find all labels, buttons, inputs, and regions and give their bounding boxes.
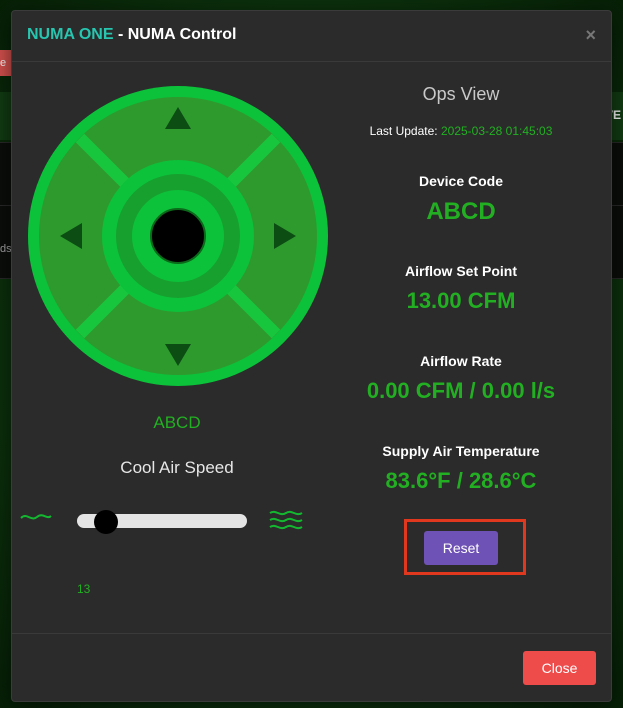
- low-speed-icon: [20, 514, 52, 520]
- last-update-label: Last Update:: [369, 124, 438, 138]
- ops-view-title: Ops View: [422, 84, 500, 104]
- reset-button[interactable]: Reset: [424, 531, 498, 565]
- airflow-setpoint-label: Airflow Set Point: [405, 263, 517, 279]
- background-tab-label: e: [0, 57, 7, 69]
- speed-slider-thumb[interactable]: [94, 510, 119, 534]
- modal-title: NUMA ONE - NUMA Control: [27, 26, 236, 44]
- airflow-setpoint-value: 13.00 CFM: [406, 288, 516, 313]
- direction-joystick: [28, 86, 328, 386]
- joystick-knob[interactable]: [150, 208, 206, 264]
- speed-slider-value: 13: [77, 582, 91, 596]
- numa-control-modal: NUMA ONE - NUMA Control × ABCD Cool Air …: [11, 10, 612, 702]
- modal-title-text: - NUMA Control: [113, 26, 237, 43]
- supply-temp-value: 83.6°F / 28.6°C: [385, 468, 537, 493]
- brand-name: NUMA ONE: [27, 26, 114, 43]
- high-speed-icon: [269, 510, 303, 530]
- close-button[interactable]: Close: [523, 651, 596, 685]
- device-code-value: ABCD: [426, 198, 496, 225]
- controller-device-name: ABCD: [153, 413, 201, 432]
- background-fragment-text: ds: [0, 243, 12, 255]
- last-update: Last Update: 2025-03-28 01:45:03: [342, 124, 580, 138]
- airflow-rate-label: Airflow Rate: [420, 353, 502, 369]
- modal-footer: Close: [12, 633, 611, 702]
- close-icon[interactable]: ×: [585, 25, 596, 46]
- speed-label: Cool Air Speed: [120, 458, 234, 477]
- airflow-rate-value: 0.00 CFM / 0.00 l/s: [366, 378, 556, 403]
- device-code-label: Device Code: [418, 173, 504, 189]
- modal-header: NUMA ONE - NUMA Control ×: [12, 11, 611, 62]
- supply-temp-label: Supply Air Temperature: [382, 443, 540, 459]
- last-update-timestamp: 2025-03-28 01:45:03: [440, 124, 553, 138]
